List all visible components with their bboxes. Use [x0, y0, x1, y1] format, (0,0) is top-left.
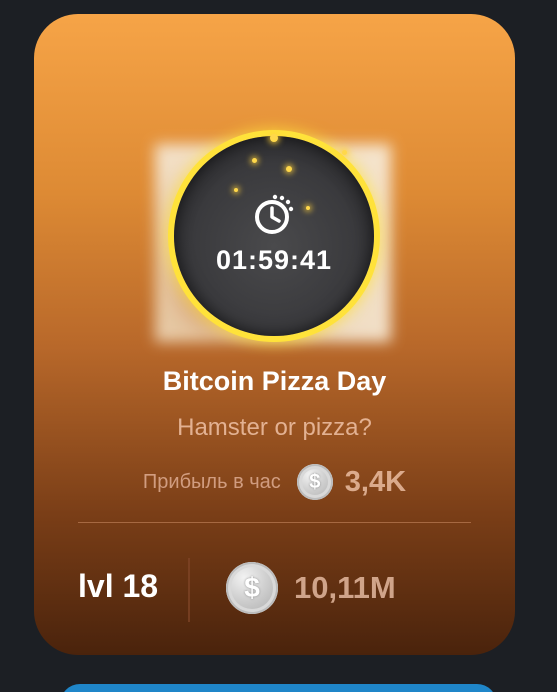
upgrade-card[interactable]: 01:59:41 Bitcoin Pizza Day Hamster or pi… — [34, 14, 515, 655]
sparkle — [306, 206, 310, 210]
cooldown-timer-ring: 01:59:41 — [174, 134, 374, 336]
coin-icon: $ — [226, 562, 278, 614]
page: 01:59:41 Bitcoin Pizza Day Hamster or pi… — [0, 0, 557, 692]
next-card-partial[interactable] — [60, 684, 497, 692]
profit-label: Прибыль в час — [142, 470, 281, 493]
footer-separator — [188, 558, 190, 622]
sparkle — [286, 166, 292, 172]
card-footer: lvl 18 $ 10,11M — [34, 554, 515, 624]
divider — [78, 522, 471, 523]
sparkle — [252, 158, 257, 163]
price-value: 10,11M — [294, 570, 396, 605]
timer-icon — [255, 194, 294, 234]
card-subtitle: Hamster or pizza? — [177, 414, 372, 441]
card-title: Bitcoin Pizza Day — [162, 366, 387, 396]
sparkle — [234, 188, 238, 192]
card-image: 01:59:41 — [155, 134, 391, 350]
sparkle — [342, 150, 347, 155]
upgrade-price: $ 10,11M — [226, 562, 396, 614]
profit-value: 3,4K — [344, 465, 407, 498]
level-label: lvl 18 — [78, 568, 159, 604]
cooldown-timer-text: 01:59:41 — [215, 244, 333, 275]
sparkle — [270, 134, 278, 142]
profit-per-hour-row: Прибыль в час $ 3,4K — [34, 464, 515, 500]
coin-icon: $ — [296, 464, 333, 500]
